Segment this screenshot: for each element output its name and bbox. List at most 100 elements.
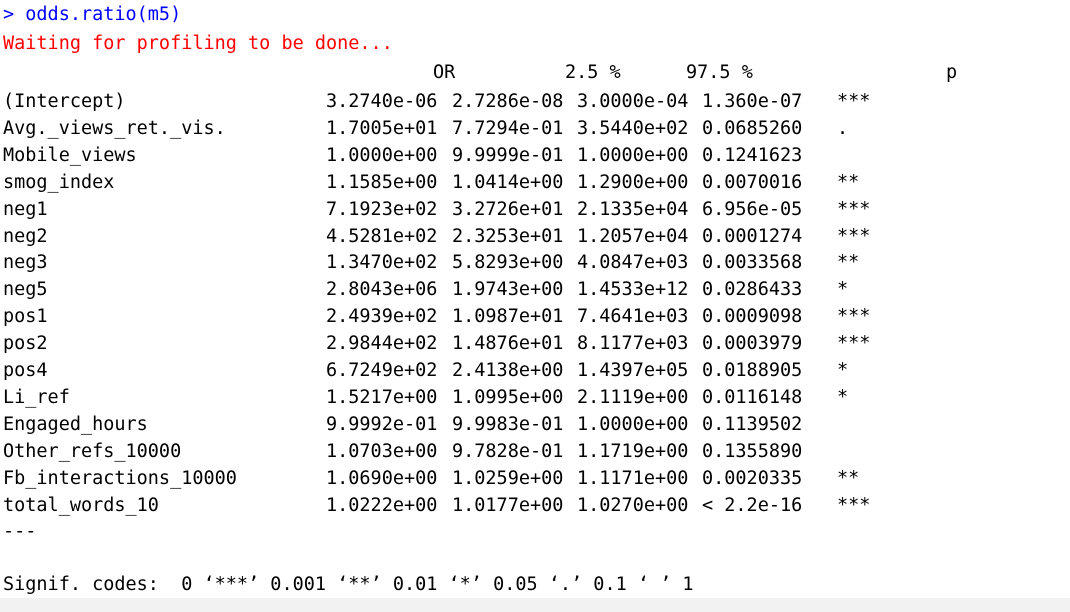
- row-or: 2.8043e+06: [326, 279, 438, 301]
- row-signif: **: [837, 171, 860, 193]
- command-line: > odds.ratio(m5): [3, 4, 182, 25]
- row-ci-high: 1.0000e+00: [577, 413, 689, 435]
- header-hi: 97.5 %: [686, 62, 753, 83]
- table-row: pos4 6.7249e+02 2.4138e+00 1.4397e+05 0.0188…: [3, 358, 1063, 384]
- row-ci-high: 1.1719e+00: [577, 440, 689, 462]
- row-p-value: 6.956e-05: [702, 198, 803, 220]
- row-ci-low: 5.8293e+00: [452, 252, 564, 274]
- row-name: pos2: [3, 333, 48, 355]
- row-name: neg1: [3, 198, 48, 220]
- row-ci-high: 3.0000e-04: [577, 91, 689, 112]
- row-or: 2.9844e+02: [326, 333, 438, 355]
- row-or: 1.3470e+02: [326, 252, 438, 274]
- row-p-value: < 2.2e-16: [702, 494, 803, 516]
- row-signif: ***: [837, 91, 871, 112]
- row-name: Engaged_hours: [3, 413, 148, 435]
- row-p-value: 0.0070016: [702, 171, 803, 193]
- row-ci-high: 4.0847e+03: [577, 252, 689, 274]
- row-or: 6.7249e+02: [326, 360, 438, 381]
- row-p-value: 0.0003979: [702, 333, 803, 355]
- row-ci-high: 1.0270e+00: [577, 494, 689, 516]
- row-ci-high: 3.5440e+02: [577, 117, 689, 139]
- header-lo: 2.5 %: [565, 62, 621, 83]
- row-ci-low: 9.9983e-01: [452, 413, 564, 435]
- signif-codes: Signif. codes: 0 ‘***’ 0.001 ‘**’ 0.01 ‘…: [3, 574, 694, 595]
- row-p-value: 0.1355890: [702, 440, 803, 462]
- row-name: total_words_10: [3, 494, 159, 516]
- row-ci-low: 9.9999e-01: [452, 144, 564, 166]
- table-row: Fb_interactions_10000 1.0690e+00 1.0259e+0…: [3, 466, 1063, 492]
- row-p-value: 1.360e-07: [702, 91, 803, 112]
- row-ci-low: 1.0995e+00: [452, 386, 564, 408]
- row-p-value: 0.0020335: [702, 467, 803, 489]
- row-ci-high: 1.4397e+05: [577, 360, 689, 381]
- table-row: Avg._views_ret._vis. 1.7005e+01 7.7294e-01…: [3, 116, 1063, 142]
- row-signif: **: [837, 252, 860, 274]
- header-or: OR: [433, 62, 456, 83]
- row-or: 1.1585e+00: [326, 171, 438, 193]
- row-or: 1.0000e+00: [326, 144, 438, 166]
- row-name: neg5: [3, 279, 48, 301]
- row-p-value: 0.0009098: [702, 306, 803, 328]
- row-signif: ***: [837, 494, 871, 516]
- row-p-value: 0.0033568: [702, 252, 803, 274]
- table-row: (Intercept) 3.2740e-06 2.7286e-08 3.0000e-0…: [3, 89, 1063, 115]
- table-row: neg3 1.3470e+02 5.8293e+00 4.0847e+03 0.0033…: [3, 250, 1063, 276]
- separator: ---: [3, 521, 37, 542]
- row-name: smog_index: [3, 171, 115, 193]
- table-row: Engaged_hours 9.9992e-01 9.9983e-01 1.0000e…: [3, 412, 1063, 438]
- row-ci-low: 1.0414e+00: [452, 171, 564, 193]
- row-ci-high: 8.1177e+03: [577, 333, 689, 355]
- row-ci-high: 1.1171e+00: [577, 467, 689, 489]
- row-name: pos1: [3, 306, 48, 328]
- row-name: Fb_interactions_10000: [3, 467, 237, 489]
- row-ci-low: 1.0177e+00: [452, 494, 564, 516]
- row-p-value: 0.0001274: [702, 225, 803, 247]
- row-or: 2.4939e+02: [326, 306, 438, 328]
- table-row: Li_ref 1.5217e+00 1.0995e+00 2.1119e+00 0.01…: [3, 385, 1063, 411]
- row-or: 9.9992e-01: [326, 413, 438, 435]
- r-console-output[interactable]: > odds.ratio(m5) Waiting for profiling t…: [0, 0, 1070, 612]
- row-name: Avg._views_ret._vis.: [3, 117, 226, 139]
- row-or: 7.1923e+02: [326, 198, 438, 220]
- row-ci-low: 1.0987e+01: [452, 306, 564, 328]
- row-or: 1.0690e+00: [326, 467, 438, 489]
- row-p-value: 0.1139502: [702, 413, 803, 435]
- row-signif: ***: [837, 225, 871, 247]
- row-ci-high: 7.4641e+03: [577, 306, 689, 328]
- table-row: smog_index 1.1585e+00 1.0414e+00 1.2900e+00…: [3, 170, 1063, 196]
- table-row: pos1 2.4939e+02 1.0987e+01 7.4641e+03 0.0009…: [3, 304, 1063, 330]
- row-signif: **: [837, 467, 860, 489]
- row-ci-low: 1.0259e+00: [452, 467, 564, 489]
- header-p: p: [946, 62, 958, 83]
- row-ci-low: 1.4876e+01: [452, 333, 564, 355]
- row-p-value: 0.0188905: [702, 360, 803, 381]
- row-signif: .: [837, 117, 849, 139]
- row-signif: ***: [837, 306, 871, 328]
- row-or: 4.5281e+02: [326, 225, 438, 247]
- row-ci-low: 2.4138e+00: [452, 360, 564, 381]
- table-row: Mobile_views 1.0000e+00 9.9999e-01 1.0000e+…: [3, 143, 1063, 169]
- row-name: pos4: [3, 360, 48, 381]
- row-or: 1.0222e+00: [326, 494, 438, 516]
- row-p-value: 0.0286433: [702, 279, 803, 301]
- row-ci-high: 2.1335e+04: [577, 198, 689, 220]
- row-signif: *: [837, 279, 849, 301]
- row-name: Mobile_views: [3, 144, 137, 166]
- table-header: OR 2.5 % 97.5 % p: [3, 60, 1063, 86]
- row-signif: *: [837, 360, 849, 381]
- row-p-value: 0.0116148: [702, 386, 803, 408]
- table-row: neg5 2.8043e+06 1.9743e+00 1.4533e+12 0.0286…: [3, 277, 1063, 303]
- row-ci-high: 1.2900e+00: [577, 171, 689, 193]
- row-signif: ***: [837, 333, 871, 355]
- row-ci-low: 9.7828e-01: [452, 440, 564, 462]
- table-row: pos2 2.9844e+02 1.4876e+01 8.1177e+03 0.0003…: [3, 331, 1063, 357]
- row-or: 3.2740e-06: [326, 91, 438, 112]
- row-name: neg2: [3, 225, 48, 247]
- row-signif: *: [837, 386, 849, 408]
- row-ci-low: 3.2726e+01: [452, 198, 564, 220]
- profiling-message: Waiting for profiling to be done...: [3, 33, 393, 54]
- console-bottom-edge: [0, 598, 1070, 612]
- row-ci-high: 2.1119e+00: [577, 386, 689, 408]
- row-p-value: 0.0685260: [702, 117, 803, 139]
